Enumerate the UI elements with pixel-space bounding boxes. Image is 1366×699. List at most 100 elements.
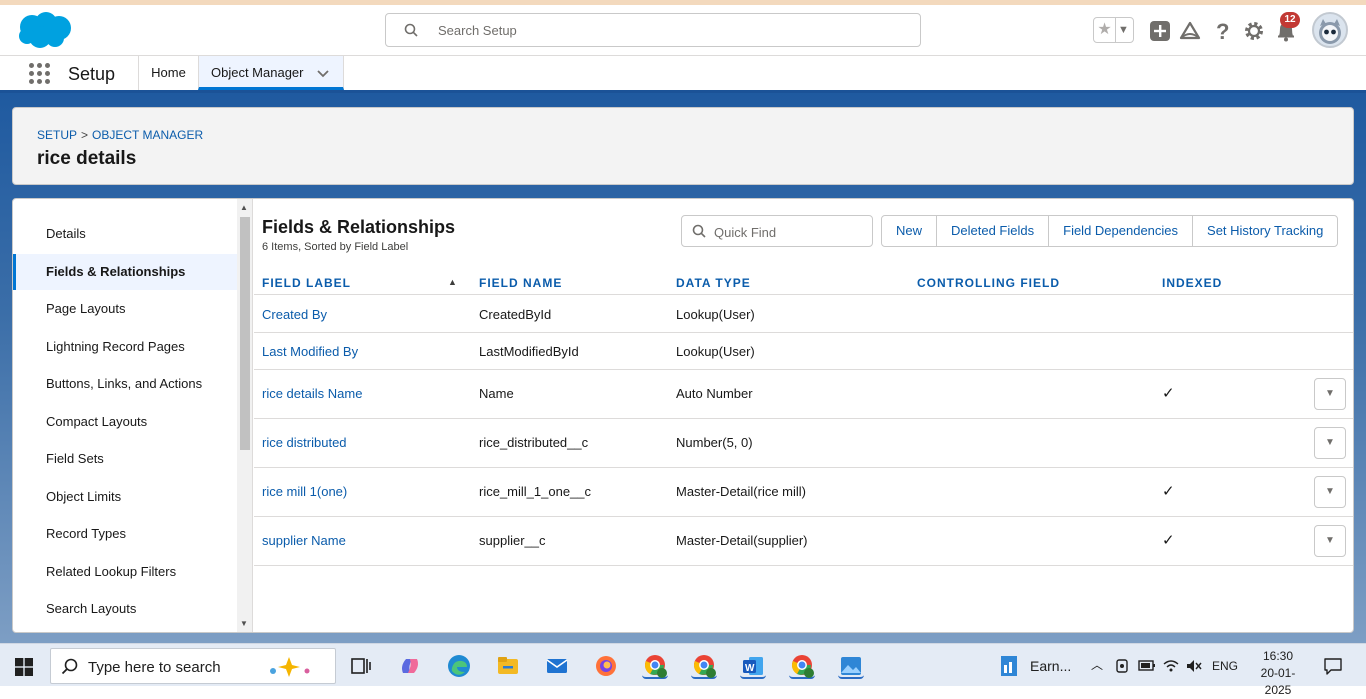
deleted-fields-button[interactable]: Deleted Fields bbox=[936, 216, 1049, 246]
breadcrumb-setup[interactable]: SETUP bbox=[37, 128, 77, 142]
column-header-controlling-field[interactable]: CONTROLLING FIELD bbox=[917, 276, 1060, 290]
sidebar-item-compact-layouts[interactable]: Compact Layouts bbox=[13, 404, 237, 440]
field-label-link[interactable]: supplier Name bbox=[262, 533, 346, 548]
app-nav-bar: Setup Home Object Manager bbox=[0, 56, 1366, 93]
search-icon bbox=[692, 224, 706, 238]
table-row: supplier Name supplier__c Master-Detail(… bbox=[254, 517, 1353, 566]
task-view-icon[interactable] bbox=[348, 653, 374, 679]
firefox-icon[interactable] bbox=[593, 653, 619, 679]
edge-browser-icon[interactable] bbox=[446, 653, 472, 679]
help-icon[interactable]: ? bbox=[1211, 20, 1233, 42]
field-name-cell: rice_distributed__c bbox=[479, 435, 589, 450]
field-name-cell: Name bbox=[479, 386, 514, 401]
breadcrumb: SETUP > OBJECT MANAGER bbox=[37, 128, 203, 142]
chevron-down-icon[interactable]: ▼ bbox=[1118, 20, 1129, 40]
sidebar-item-page-layouts[interactable]: Page Layouts bbox=[13, 291, 237, 327]
copilot-icon[interactable] bbox=[397, 653, 423, 679]
sidebar-item-lightning-record-pages[interactable]: Lightning Record Pages bbox=[13, 329, 237, 365]
tab-home[interactable]: Home bbox=[138, 56, 198, 90]
wifi-icon[interactable] bbox=[1162, 658, 1180, 674]
news-widget-label[interactable]: Earn... bbox=[1030, 658, 1071, 674]
taskbar-search-input[interactable]: Type here to search bbox=[50, 648, 336, 684]
table-row: Created By CreatedById Lookup(User) bbox=[254, 296, 1353, 333]
scroll-up-arrow-icon[interactable]: ▲ bbox=[240, 203, 248, 212]
breadcrumb-object-manager[interactable]: OBJECT MANAGER bbox=[92, 128, 203, 142]
field-dependencies-button[interactable]: Field Dependencies bbox=[1048, 216, 1193, 246]
row-actions-button[interactable]: ▼ bbox=[1314, 525, 1346, 557]
new-button[interactable]: New bbox=[882, 216, 937, 246]
search-icon bbox=[61, 658, 78, 675]
set-history-tracking-button[interactable]: Set History Tracking bbox=[1192, 216, 1338, 246]
sidebar-item-fields-relationships[interactable]: Fields & Relationships bbox=[13, 254, 237, 290]
mail-icon[interactable] bbox=[544, 653, 570, 679]
main-panel: Details Fields & Relationships Page Layo… bbox=[12, 198, 1354, 633]
quick-find-input[interactable]: Quick Find bbox=[681, 215, 873, 247]
sort-ascending-icon[interactable]: ▲ bbox=[448, 277, 457, 287]
battery-icon[interactable] bbox=[1138, 659, 1156, 673]
trailhead-icon[interactable] bbox=[1179, 20, 1201, 42]
taskbar-search-placeholder: Type here to search bbox=[88, 659, 221, 676]
column-header-indexed[interactable]: INDEXED bbox=[1162, 276, 1222, 290]
news-widget-icon[interactable] bbox=[998, 653, 1022, 679]
add-icon[interactable] bbox=[1149, 20, 1171, 42]
gear-icon[interactable] bbox=[1243, 20, 1265, 42]
chrome-profile-icon[interactable] bbox=[642, 653, 668, 679]
field-label-link[interactable]: Created By bbox=[262, 307, 327, 322]
row-actions-button[interactable]: ▼ bbox=[1314, 378, 1346, 410]
breadcrumb-separator: > bbox=[81, 128, 89, 142]
global-header: Search Setup ★ ▼ ? 12 bbox=[0, 5, 1366, 56]
indexed-check-icon: ✓ bbox=[1162, 532, 1175, 549]
data-type-cell: Auto Number bbox=[676, 386, 753, 401]
search-icon bbox=[404, 23, 418, 37]
sidebar-item-field-sets[interactable]: Field Sets bbox=[13, 441, 237, 477]
field-label-link[interactable]: rice details Name bbox=[262, 386, 362, 401]
global-search-input[interactable]: Search Setup bbox=[385, 13, 921, 47]
chrome-profile-icon[interactable] bbox=[691, 653, 717, 679]
field-label-link[interactable]: rice distributed bbox=[262, 435, 347, 450]
sidebar-item-details[interactable]: Details bbox=[13, 216, 237, 252]
star-icon[interactable]: ★ bbox=[1094, 18, 1116, 42]
windows-taskbar: Type here to search W Earn... ︿ ENG 16:3… bbox=[0, 643, 1366, 697]
field-label-link[interactable]: Last Modified By bbox=[262, 344, 358, 359]
sidebar-item-object-limits[interactable]: Object Limits bbox=[13, 479, 237, 515]
page-header: SETUP > OBJECT MANAGER rice details bbox=[12, 107, 1354, 185]
tray-overflow-chevron-icon[interactable]: ︿ bbox=[1091, 656, 1103, 673]
scroll-down-arrow-icon[interactable]: ▼ bbox=[240, 619, 248, 628]
sidebar-item-buttons-links-actions[interactable]: Buttons, Links, and Actions bbox=[13, 366, 237, 402]
favorites-button[interactable]: ★ ▼ bbox=[1093, 17, 1134, 43]
app-launcher-icon[interactable] bbox=[29, 63, 51, 85]
column-header-field-name[interactable]: FIELD NAME bbox=[479, 276, 562, 290]
camera-icon[interactable] bbox=[1114, 658, 1130, 674]
table-header: FIELD LABEL ▲ FIELD NAME DATA TYPE CONTR… bbox=[254, 271, 1353, 295]
field-name-cell: CreatedById bbox=[479, 307, 552, 322]
word-icon[interactable]: W bbox=[740, 653, 766, 679]
tab-object-manager[interactable]: Object Manager bbox=[198, 56, 344, 90]
column-header-field-label[interactable]: FIELD LABEL bbox=[262, 276, 351, 290]
sidebar-item-record-types[interactable]: Record Types bbox=[13, 516, 237, 552]
column-header-data-type[interactable]: DATA TYPE bbox=[676, 276, 751, 290]
salesforce-logo[interactable] bbox=[15, 10, 75, 53]
avatar[interactable] bbox=[1312, 12, 1348, 48]
indexed-check-icon: ✓ bbox=[1162, 483, 1175, 500]
notification-center-icon[interactable] bbox=[1323, 656, 1343, 676]
row-actions-button[interactable]: ▼ bbox=[1314, 476, 1346, 508]
system-clock[interactable]: 16:30 20-01-2025 bbox=[1248, 648, 1308, 699]
field-label-link[interactable]: rice mill 1(one) bbox=[262, 484, 347, 499]
data-type-cell: Master-Detail(supplier) bbox=[676, 533, 808, 548]
sidebar-item-search-layouts[interactable]: Search Layouts bbox=[13, 591, 237, 627]
photos-icon[interactable] bbox=[838, 653, 864, 679]
data-type-cell: Number(5, 0) bbox=[676, 435, 753, 450]
chrome-profile-icon[interactable] bbox=[789, 653, 815, 679]
language-indicator[interactable]: ENG bbox=[1212, 659, 1238, 673]
row-actions-button[interactable]: ▼ bbox=[1314, 427, 1346, 459]
sidebar-item-related-lookup-filters[interactable]: Related Lookup Filters bbox=[13, 554, 237, 590]
windows-start-icon[interactable] bbox=[15, 658, 33, 676]
quick-find-placeholder: Quick Find bbox=[714, 225, 777, 240]
scrollbar-thumb[interactable] bbox=[240, 217, 250, 450]
sidebar-scrollbar[interactable]: ▲ ▼ bbox=[237, 199, 253, 632]
section-subtitle: 6 Items, Sorted by Field Label bbox=[262, 241, 409, 253]
file-explorer-icon[interactable] bbox=[495, 653, 521, 679]
volume-muted-icon[interactable] bbox=[1185, 658, 1203, 674]
chevron-down-icon[interactable] bbox=[317, 56, 329, 90]
table-row: rice details Name Name Auto Number ✓ ▼ bbox=[254, 370, 1353, 419]
